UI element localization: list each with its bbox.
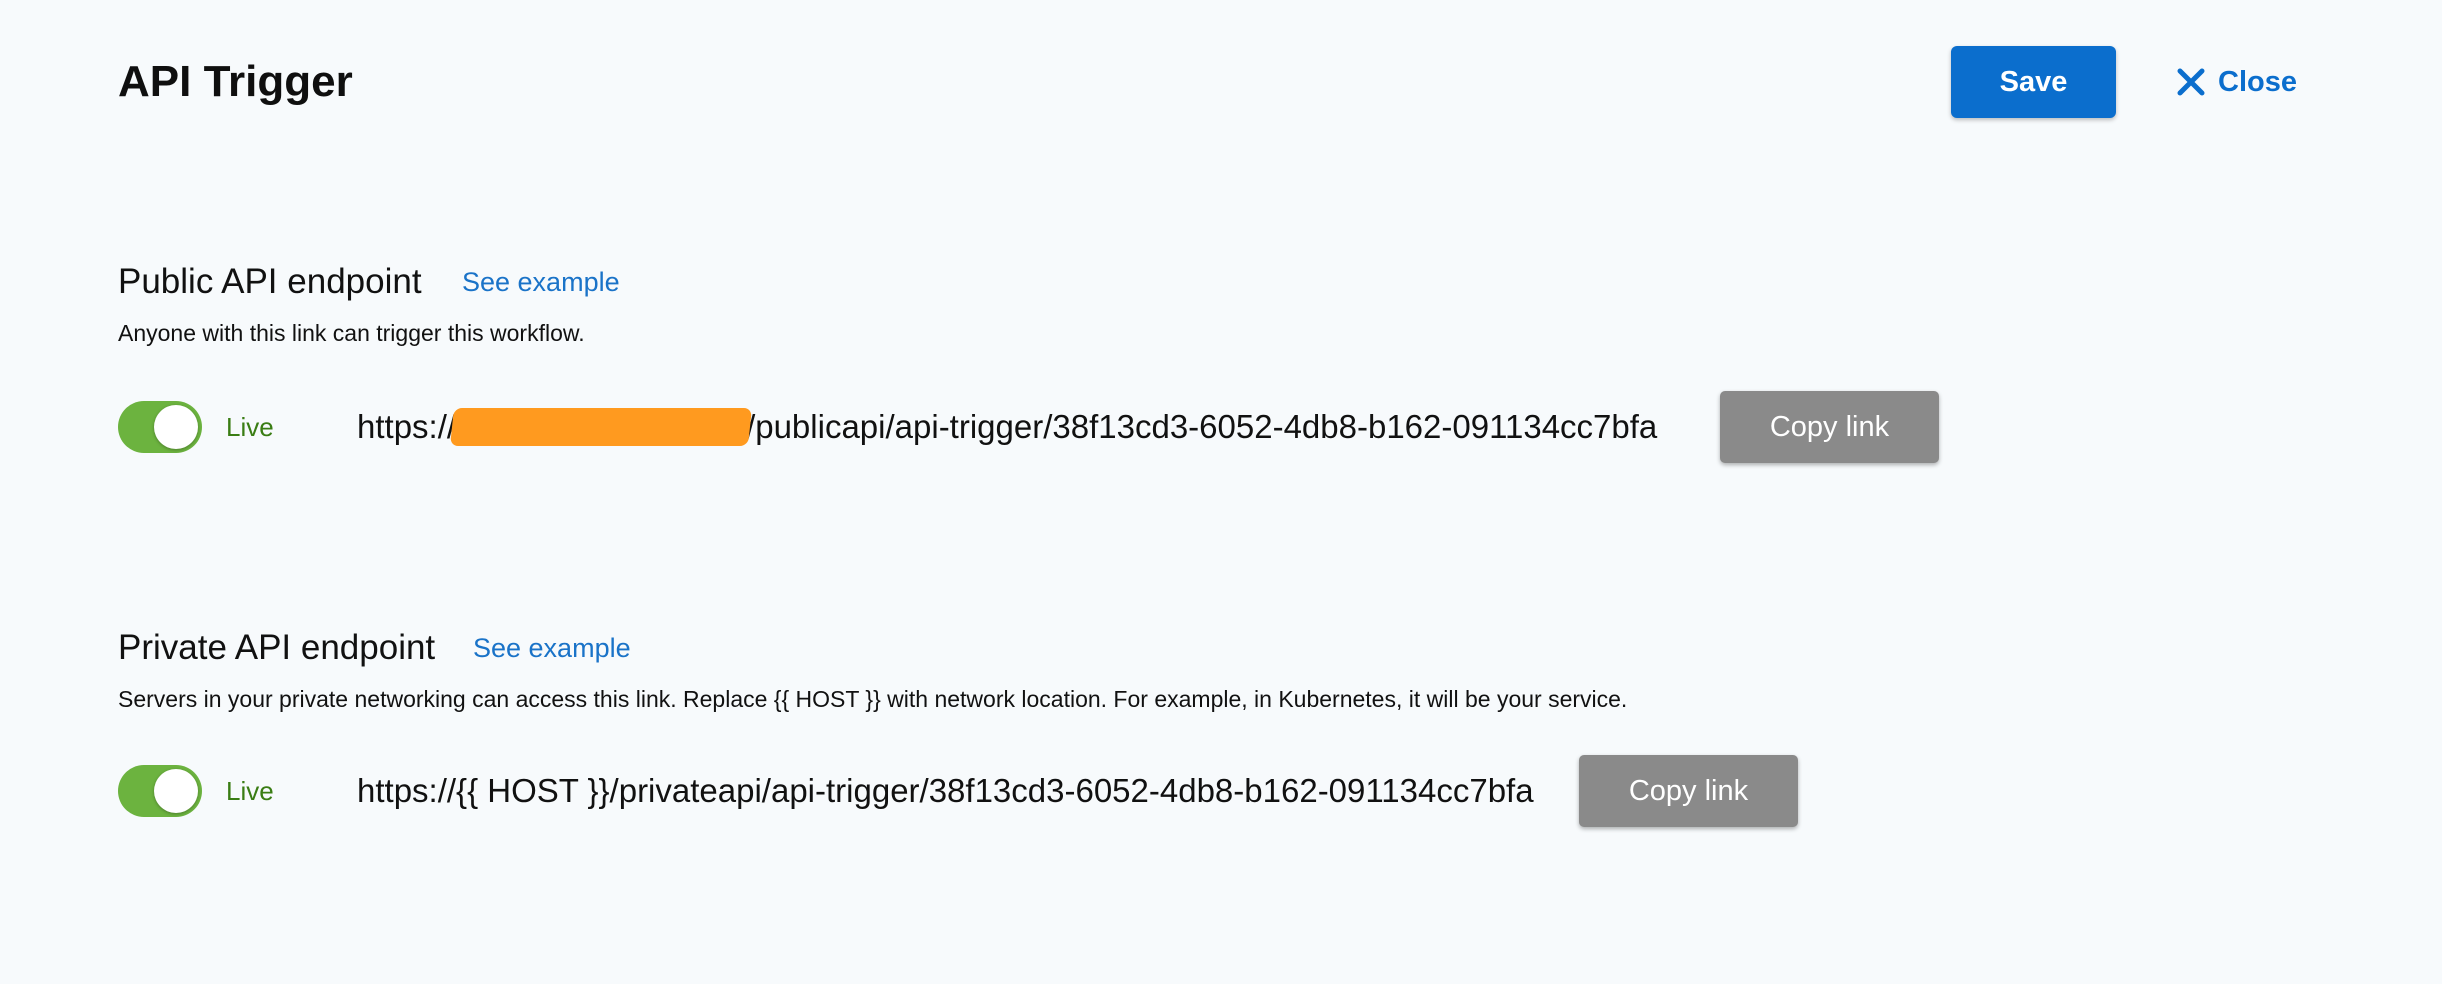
api-trigger-page: API Trigger Save Close Public API endpoi… xyxy=(0,0,2442,984)
save-button[interactable]: Save xyxy=(1951,46,2116,118)
public-url-suffix: /publicapi/api-trigger/38f13cd3-6052-4db… xyxy=(746,408,1658,445)
page-title: API Trigger xyxy=(118,57,353,106)
public-see-example-link[interactable]: See example xyxy=(462,260,620,304)
public-url-prefix: https:// xyxy=(357,408,457,445)
public-endpoint-description: Anyone with this link can trigger this w… xyxy=(118,320,585,346)
toggle-knob xyxy=(154,769,198,813)
close-icon xyxy=(2176,67,2206,97)
public-endpoint-url: https:// /publicapi/api-trigger/38f13cd3… xyxy=(357,401,1657,453)
public-live-toggle[interactable] xyxy=(118,401,202,453)
private-copy-link-button[interactable]: Copy link xyxy=(1579,755,1798,827)
redacted-host xyxy=(450,408,753,446)
public-endpoint-title: Public API endpoint xyxy=(118,262,422,301)
private-endpoint-description: Servers in your private networking can a… xyxy=(118,686,1628,712)
private-live-label: Live xyxy=(226,776,274,806)
close-button[interactable]: Close xyxy=(2176,56,2297,108)
private-live-toggle[interactable] xyxy=(118,765,202,817)
close-label: Close xyxy=(2218,65,2297,98)
private-endpoint-title: Private API endpoint xyxy=(118,628,436,667)
private-endpoint-url: https://{{ HOST }}/privateapi/api-trigge… xyxy=(357,772,1534,809)
private-see-example-link[interactable]: See example xyxy=(473,626,631,670)
public-copy-link-button[interactable]: Copy link xyxy=(1720,391,1939,463)
public-live-label: Live xyxy=(226,412,274,442)
toggle-knob xyxy=(154,405,198,449)
